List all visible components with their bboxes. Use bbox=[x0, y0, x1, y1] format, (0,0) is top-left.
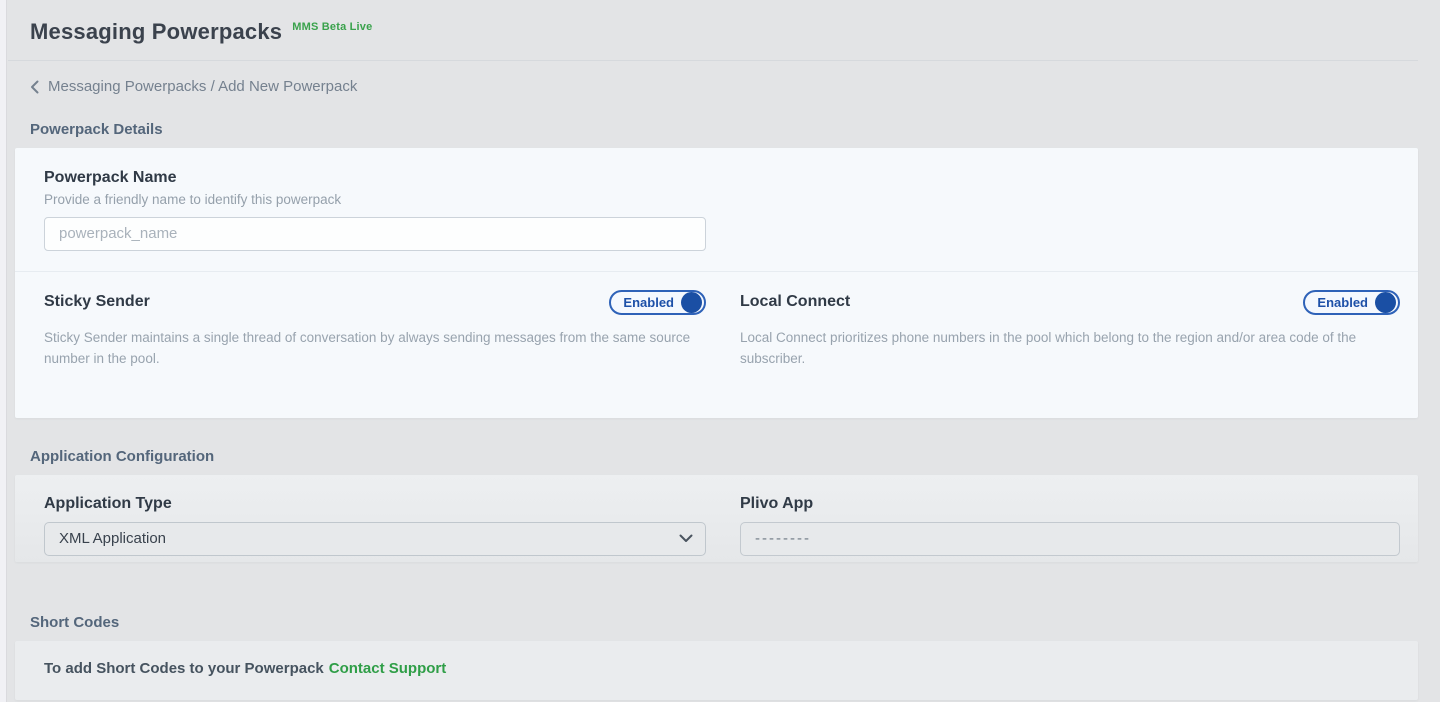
breadcrumb-path: Messaging Powerpacks / Add New Powerpack bbox=[48, 78, 357, 95]
chevron-left-icon bbox=[30, 80, 39, 94]
short-codes-message: To add Short Codes to your Powerpack bbox=[44, 660, 324, 677]
local-connect-description: Local Connect prioritizes phone numbers … bbox=[740, 327, 1400, 370]
page-header: Messaging Powerpacks MMS Beta Live bbox=[8, 0, 1418, 61]
local-connect-column: Local Connect Enabled Local Connect prio… bbox=[740, 290, 1400, 370]
sticky-sender-toggle[interactable]: Enabled bbox=[609, 290, 706, 315]
powerpack-name-input[interactable] bbox=[44, 217, 706, 251]
card-divider bbox=[15, 271, 1418, 272]
section-heading-application-configuration: Application Configuration bbox=[30, 448, 1418, 465]
page-title: Messaging Powerpacks bbox=[30, 19, 282, 45]
powerpack-name-label: Powerpack Name bbox=[44, 169, 706, 187]
plivo-app-column: Plivo App bbox=[740, 495, 1400, 556]
contact-support-link[interactable]: Contact Support bbox=[329, 660, 447, 677]
application-type-select[interactable]: XML Application bbox=[44, 522, 706, 556]
powerpack-name-help: Provide a friendly name to identify this… bbox=[44, 192, 706, 207]
mms-beta-badge: MMS Beta Live bbox=[292, 21, 372, 33]
plivo-app-label: Plivo App bbox=[740, 495, 1400, 513]
breadcrumb[interactable]: Messaging Powerpacks / Add New Powerpack bbox=[30, 78, 357, 95]
sidebar-edge bbox=[0, 0, 7, 702]
short-codes-card: To add Short Codes to your Powerpack Cont… bbox=[15, 641, 1418, 700]
application-type-label: Application Type bbox=[44, 495, 706, 513]
local-connect-toggle[interactable]: Enabled bbox=[1303, 290, 1400, 315]
powerpack-details-card: Powerpack Name Provide a friendly name t… bbox=[15, 148, 1418, 418]
application-type-selected-value: XML Application bbox=[59, 530, 166, 547]
toggle-knob-icon bbox=[681, 292, 702, 313]
chevron-down-icon bbox=[679, 530, 693, 547]
sticky-sender-toggle-state: Enabled bbox=[623, 295, 674, 310]
application-type-column: Application Type XML Application bbox=[44, 495, 706, 556]
section-heading-powerpack-details: Powerpack Details bbox=[30, 121, 1418, 138]
application-configuration-card: Application Type XML Application Plivo A… bbox=[15, 475, 1418, 562]
plivo-app-input[interactable] bbox=[740, 522, 1400, 556]
section-heading-short-codes: Short Codes bbox=[30, 614, 1418, 631]
sticky-sender-column: Sticky Sender Enabled Sticky Sender main… bbox=[44, 290, 706, 370]
toggle-row: Sticky Sender Enabled Sticky Sender main… bbox=[44, 290, 1400, 370]
sticky-sender-label: Sticky Sender bbox=[44, 293, 150, 311]
local-connect-label: Local Connect bbox=[740, 293, 850, 311]
main-content: Messaging Powerpacks MMS Beta Live Messa… bbox=[8, 0, 1440, 700]
sticky-sender-description: Sticky Sender maintains a single thread … bbox=[44, 327, 706, 370]
toggle-knob-icon bbox=[1375, 292, 1396, 313]
local-connect-toggle-state: Enabled bbox=[1317, 295, 1368, 310]
powerpack-name-block: Powerpack Name Provide a friendly name t… bbox=[44, 169, 706, 251]
